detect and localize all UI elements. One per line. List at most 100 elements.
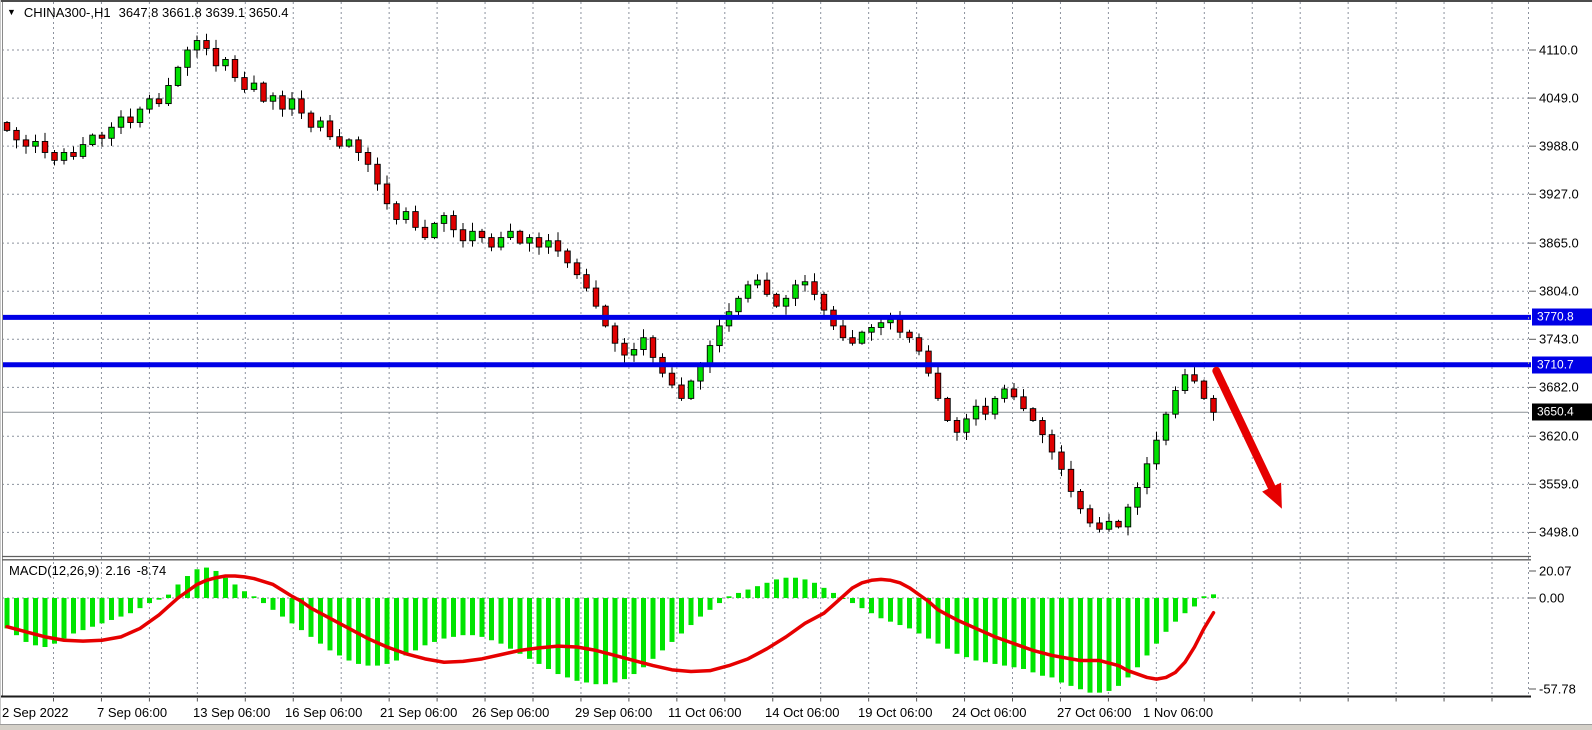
candle-body bbox=[261, 83, 267, 101]
candle-body bbox=[774, 294, 780, 306]
price-axis-label: 3865.0 bbox=[1539, 236, 1579, 251]
price-axis-label: 3682.0 bbox=[1539, 380, 1579, 395]
candle-body bbox=[508, 231, 514, 237]
macd-histogram-bar bbox=[660, 598, 665, 650]
candle-body bbox=[299, 99, 305, 113]
candle-body bbox=[451, 216, 457, 230]
candle-body bbox=[194, 41, 200, 50]
macd-histogram-bar bbox=[508, 598, 513, 649]
candle-body bbox=[698, 365, 704, 381]
candle-body bbox=[23, 140, 29, 146]
candle-body bbox=[793, 285, 799, 298]
time-axis-label: 24 Oct 06:00 bbox=[952, 705, 1026, 720]
candle-body bbox=[327, 121, 333, 137]
macd-histogram-bar bbox=[575, 598, 580, 681]
candle-body bbox=[375, 164, 381, 184]
candle-body bbox=[1173, 391, 1179, 415]
macd-histogram-bar bbox=[261, 598, 266, 603]
candle-body bbox=[1201, 381, 1207, 398]
candle-body bbox=[42, 141, 48, 152]
candle-body bbox=[983, 406, 989, 414]
candle-body bbox=[736, 298, 742, 311]
macd-histogram-bar bbox=[1173, 598, 1178, 622]
macd-histogram-bar bbox=[1088, 598, 1093, 693]
candle-body bbox=[213, 48, 219, 65]
candle-body bbox=[669, 373, 675, 385]
macd-histogram-bar bbox=[736, 593, 741, 598]
macd-histogram-bar bbox=[432, 598, 437, 642]
candle-body bbox=[403, 212, 409, 220]
macd-histogram-bar bbox=[223, 578, 228, 598]
candle-body bbox=[394, 204, 400, 220]
chart-canvas[interactable] bbox=[0, 0, 1592, 730]
candle-body bbox=[118, 117, 124, 127]
candle-body bbox=[764, 280, 770, 294]
macd-histogram-bar bbox=[100, 598, 105, 623]
macd-histogram-bar bbox=[537, 598, 542, 664]
macd-histogram-bar bbox=[850, 598, 855, 603]
macd-histogram-bar bbox=[594, 598, 599, 684]
candle-body bbox=[204, 41, 210, 49]
macd-histogram-bar bbox=[119, 598, 124, 617]
macd-histogram-bar bbox=[442, 598, 447, 639]
macd-signal-value: -8.74 bbox=[137, 563, 167, 578]
macd-histogram-bar bbox=[423, 598, 428, 645]
candle-body bbox=[536, 238, 542, 247]
time-axis-label: 26 Sep 06:00 bbox=[472, 705, 549, 720]
time-axis-label: 21 Sep 06:00 bbox=[380, 705, 457, 720]
candle-body bbox=[850, 338, 856, 344]
macd-histogram-bar bbox=[746, 590, 751, 598]
macd-histogram-bar bbox=[1031, 598, 1036, 672]
candle-body bbox=[99, 135, 105, 138]
candle-body bbox=[137, 109, 143, 122]
macd-histogram-bar bbox=[755, 586, 760, 598]
candle-body bbox=[546, 241, 552, 247]
candle-body bbox=[527, 238, 533, 244]
candle-body bbox=[821, 294, 827, 310]
macd-histogram-bar bbox=[1107, 598, 1112, 691]
candle-body bbox=[641, 338, 647, 350]
macd-histogram-bar bbox=[128, 598, 133, 613]
macd-histogram-bar bbox=[869, 598, 874, 613]
macd-histogram-bar bbox=[1059, 598, 1064, 683]
macd-axis-min-label: -57.78 bbox=[1539, 682, 1576, 697]
macd-histogram-bar bbox=[71, 598, 76, 633]
macd-histogram-bar bbox=[879, 598, 884, 618]
symbol-dropdown-icon[interactable]: ▼ bbox=[7, 6, 16, 19]
candle-body bbox=[14, 130, 20, 139]
macd-histogram-bar bbox=[309, 598, 314, 637]
candle-body bbox=[622, 343, 628, 355]
macd-histogram-bar bbox=[955, 598, 960, 654]
macd-histogram-bar bbox=[109, 598, 114, 620]
macd-histogram-bar bbox=[784, 578, 789, 598]
price-axis-label: 3620.0 bbox=[1539, 429, 1579, 444]
candle-body bbox=[878, 323, 884, 328]
macd-histogram-bar bbox=[1069, 598, 1074, 686]
macd-histogram-bar bbox=[328, 598, 333, 650]
macd-histogram-bar bbox=[214, 571, 219, 598]
candle-body bbox=[992, 398, 998, 414]
candle-body bbox=[441, 216, 447, 224]
candle-body bbox=[156, 99, 162, 104]
candle-body bbox=[812, 282, 818, 295]
candle-body bbox=[147, 99, 153, 109]
macd-histogram-bar bbox=[1183, 598, 1188, 613]
macd-histogram-bar bbox=[451, 598, 456, 637]
macd-histogram-bar bbox=[252, 596, 257, 598]
candle-body bbox=[1154, 440, 1160, 464]
candle-body bbox=[1059, 452, 1065, 469]
candle-body bbox=[80, 145, 86, 157]
macd-histogram-bar bbox=[1040, 598, 1045, 676]
time-axis-label: 14 Oct 06:00 bbox=[765, 705, 839, 720]
macd-title: MACD(12,26,9) 2.16 -8.74 bbox=[9, 563, 166, 578]
candle-body bbox=[907, 332, 913, 338]
macd-histogram-bar bbox=[917, 598, 922, 633]
macd-histogram-bar bbox=[1202, 596, 1207, 598]
price-axis-label: 3927.0 bbox=[1539, 187, 1579, 202]
candle-body bbox=[745, 285, 751, 298]
macd-value: 2.16 bbox=[105, 563, 130, 578]
macd-histogram-bar bbox=[62, 598, 67, 639]
candle-body bbox=[175, 67, 181, 85]
price-axis-label: 3804.0 bbox=[1539, 284, 1579, 299]
candle-body bbox=[479, 231, 485, 237]
